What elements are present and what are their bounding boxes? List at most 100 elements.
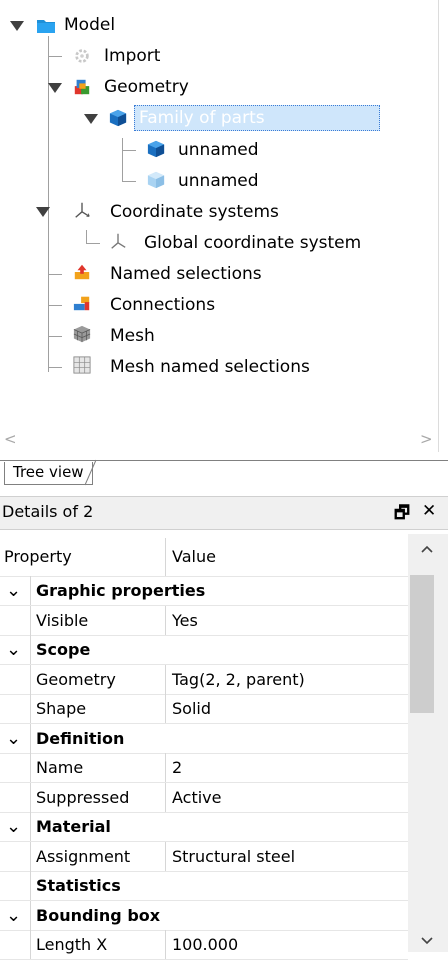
property-value[interactable]: 2 — [172, 753, 182, 782]
column-divider — [165, 930, 166, 959]
grid-property-row[interactable]: Suppressed Active — [0, 782, 408, 813]
column-divider[interactable] — [165, 538, 166, 576]
tree-panel: Model Import Geometry Family of parts un… — [0, 0, 438, 428]
grid-property-row[interactable]: Length X 100.000 — [0, 930, 408, 960]
tree-item-global-coordinate-system[interactable]: Global coordinate system — [0, 229, 400, 257]
grid-property-row[interactable]: Geometry Tag(2, 2, parent) — [0, 664, 408, 695]
tab-tree-view[interactable]: Tree view — [4, 462, 93, 485]
collapse-chevron-icon[interactable]: ⌄ — [6, 812, 21, 841]
close-icon[interactable]: ✕ — [422, 501, 436, 521]
indent-divider — [30, 605, 31, 635]
grid-group-row[interactable]: ⌄ Bounding box — [0, 900, 408, 931]
group-label: Graphic properties — [36, 581, 206, 600]
expand-arrow-icon[interactable] — [84, 114, 98, 124]
gear-icon — [75, 49, 89, 63]
tree-vertical-scrollbar[interactable] — [438, 0, 448, 470]
column-divider — [165, 841, 166, 871]
tree-label: Global coordinate system — [144, 233, 362, 253]
grid-group-row[interactable]: ⌄ Graphic properties — [0, 576, 408, 606]
group-divider — [30, 723, 31, 753]
group-label: Definition — [36, 728, 125, 748]
collapse-chevron-icon[interactable]: ⌄ — [6, 635, 21, 664]
column-divider — [165, 753, 166, 782]
tree-label: Connections — [110, 295, 216, 315]
tree-label-selected: Family of parts — [134, 105, 380, 131]
indent-divider — [30, 694, 31, 723]
tree-item-mesh[interactable]: Mesh — [0, 322, 300, 350]
grid-property-row[interactable]: Name 2 — [0, 753, 408, 783]
tree-item-connections[interactable]: Connections — [0, 291, 300, 319]
property-label: Visible — [36, 610, 89, 630]
property-value[interactable]: Structural steel — [172, 842, 295, 871]
tree-item-model[interactable]: Model — [0, 12, 300, 40]
scroll-down-icon[interactable] — [420, 936, 434, 946]
connections-icon — [73, 296, 90, 311]
grid-group-row[interactable]: ⌄ Definition — [0, 723, 408, 754]
grid-property-row[interactable]: Visible Yes — [0, 605, 408, 636]
tree-item-geometry[interactable]: Geometry — [0, 74, 300, 102]
folder-icon — [37, 20, 55, 33]
collapse-chevron-icon[interactable]: ⌄ — [6, 901, 21, 930]
group-divider — [30, 871, 31, 900]
tree-label: unnamed — [178, 140, 259, 160]
tree-horizontal-scrollbar[interactable]: < > — [0, 428, 438, 452]
axes-icon — [111, 233, 126, 249]
named-selection-icon — [74, 264, 90, 280]
indent-divider — [30, 782, 31, 812]
scroll-up-icon[interactable] — [420, 544, 434, 554]
column-divider — [165, 605, 166, 635]
column-divider — [165, 782, 166, 812]
cube-light-icon — [147, 171, 165, 189]
details-grid: Property Value ⌄ Graphic properties Visibl… — [0, 534, 408, 960]
grid-group-row[interactable]: ⌄ Scope — [0, 635, 408, 665]
mesh-named-selection-icon — [73, 356, 91, 374]
property-label: Name — [36, 758, 84, 777]
group-label: Material — [36, 817, 111, 836]
tree-item-family-of-parts[interactable]: Family of parts — [0, 105, 380, 133]
tree-item-part[interactable]: unnamed — [0, 136, 300, 164]
float-window-icon[interactable]: 🗗 — [394, 500, 410, 529]
collapse-chevron-icon[interactable]: ⌄ — [6, 576, 21, 605]
property-value[interactable]: Yes — [172, 606, 198, 635]
group-label: Statistics — [36, 876, 121, 895]
expand-arrow-icon[interactable] — [10, 21, 24, 31]
tree-item-coordinate-systems[interactable]: Coordinate systems — [0, 198, 320, 226]
property-label: Geometry — [36, 669, 116, 689]
tree-item-part[interactable]: unnamed — [0, 167, 300, 195]
tab-edge — [84, 459, 97, 486]
column-header-value[interactable]: Value — [172, 542, 216, 571]
grid-group-row[interactable]: Statistics — [0, 871, 408, 901]
property-value[interactable]: Tag(2, 2, parent) — [172, 665, 305, 694]
property-value[interactable]: 100.000 — [172, 930, 238, 959]
tree-item-mesh-named-selections[interactable]: Mesh named selections — [0, 353, 340, 381]
tab-label: Tree view — [13, 463, 84, 481]
grid-property-row[interactable]: Shape Solid — [0, 694, 408, 724]
grid-group-row[interactable]: ⌄ Material — [0, 812, 408, 842]
indent-divider — [30, 664, 31, 694]
axes-icon — [75, 202, 90, 218]
property-label: Suppressed — [36, 787, 130, 807]
column-header-property[interactable]: Property — [4, 542, 72, 571]
property-value[interactable]: Active — [172, 783, 222, 812]
tab-bar-line — [0, 460, 448, 461]
collapse-chevron-icon[interactable]: ⌄ — [6, 724, 21, 753]
tree-item-named-selections[interactable]: Named selections — [0, 260, 300, 288]
expand-arrow-icon[interactable] — [48, 83, 62, 93]
tree-item-import[interactable]: Import — [0, 43, 300, 71]
property-label: Length X — [36, 935, 108, 954]
property-value[interactable]: Solid — [172, 694, 211, 723]
tree-label: Geometry — [104, 77, 189, 97]
property-label: Assignment — [36, 846, 131, 866]
scroll-right-icon[interactable]: > — [420, 430, 433, 448]
tree-label: Model — [64, 15, 116, 35]
details-title: Details of 2 — [2, 502, 94, 521]
expand-arrow-icon[interactable] — [36, 207, 50, 217]
scroll-left-icon[interactable]: < — [4, 430, 17, 448]
tree-label: Mesh — [110, 326, 155, 346]
group-label: Bounding box — [36, 905, 161, 925]
property-label: Shape — [36, 699, 87, 718]
cube-icon — [147, 140, 165, 158]
grid-property-row[interactable]: Assignment Structural steel — [0, 841, 408, 872]
group-divider — [30, 635, 31, 664]
scrollbar-thumb[interactable] — [410, 575, 434, 713]
